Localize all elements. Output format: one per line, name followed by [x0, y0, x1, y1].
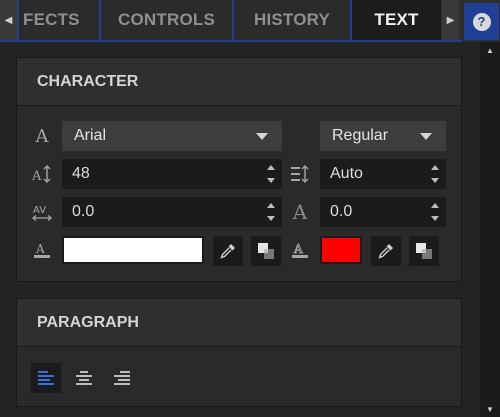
- eyedropper-icon: [220, 244, 235, 259]
- font-size-input[interactable]: 48: [62, 159, 282, 189]
- tab-text-label: TEXT: [374, 10, 419, 29]
- character-title: CHARACTER: [37, 72, 139, 90]
- font-size-icon: A: [31, 163, 53, 185]
- swap-colors-icon: [258, 243, 274, 259]
- tab-bar-underline: [0, 40, 462, 42]
- baseline-shift-value: 0.0: [330, 203, 353, 220]
- font-size-stepper[interactable]: [266, 163, 276, 185]
- leading-input[interactable]: Auto: [320, 159, 446, 189]
- stroke-color-swatch[interactable]: [320, 236, 362, 264]
- help-icon: ?: [472, 12, 491, 31]
- svg-text:AV: AV: [33, 205, 46, 216]
- tab-effects[interactable]: FECTS: [17, 0, 99, 40]
- character-section-header[interactable]: CHARACTER: [17, 58, 461, 106]
- vertical-scrollbar[interactable]: [480, 42, 500, 417]
- stroke-eyedropper-button[interactable]: [371, 236, 401, 266]
- font-size-value: 48: [72, 165, 90, 182]
- svg-text:A: A: [293, 242, 303, 256]
- character-section: CHARACTER A Arial Regular A 48 Auto AV 0…: [16, 57, 462, 282]
- tracking-stepper[interactable]: [266, 201, 276, 223]
- tracking-icon: AV: [31, 201, 53, 223]
- chevron-down-icon: [420, 133, 432, 140]
- tab-controls[interactable]: CONTROLS: [99, 0, 232, 40]
- align-center-button[interactable]: [69, 363, 99, 393]
- stroke-color-icon: A: [289, 239, 311, 261]
- baseline-shift-stepper[interactable]: [430, 201, 440, 223]
- eyedropper-icon: [378, 244, 393, 259]
- font-family-value: Arial: [74, 127, 107, 144]
- leading-icon: [289, 163, 311, 185]
- help-button[interactable]: ?: [464, 3, 499, 40]
- paragraph-title: PARAGRAPH: [37, 313, 139, 331]
- font-style-dropdown[interactable]: Regular: [320, 121, 446, 151]
- tab-text[interactable]: TEXT: [350, 0, 441, 40]
- tracking-value: 0.0: [72, 203, 95, 220]
- fill-eyedropper-button[interactable]: [213, 236, 243, 266]
- tab-history[interactable]: HISTORY: [232, 0, 350, 40]
- panel-tab-bar: ◀ FECTS CONTROLS HISTORY TEXT ▶ ?: [0, 0, 500, 42]
- svg-text:A: A: [31, 169, 42, 184]
- baseline-shift-icon: A: [292, 200, 308, 224]
- font-family-dropdown[interactable]: Arial: [62, 121, 282, 151]
- scroll-up-icon[interactable]: ▲: [480, 43, 500, 57]
- align-left-button[interactable]: [31, 363, 61, 393]
- stroke-swap-button[interactable]: [409, 236, 439, 266]
- tracking-input[interactable]: 0.0: [62, 197, 282, 227]
- svg-text:A: A: [35, 242, 45, 256]
- tab-history-label: HISTORY: [253, 10, 331, 29]
- tab-controls-label: CONTROLS: [118, 10, 215, 29]
- leading-value: Auto: [330, 165, 363, 182]
- align-left-icon: [38, 371, 54, 385]
- paragraph-section-header[interactable]: PARAGRAPH: [17, 299, 461, 347]
- fill-swap-button[interactable]: [251, 236, 281, 266]
- baseline-shift-input[interactable]: 0.0: [320, 197, 446, 227]
- chevron-down-icon: [256, 133, 268, 140]
- font-style-value: Regular: [332, 127, 389, 144]
- tab-scroll-right-icon[interactable]: ▶: [442, 0, 459, 40]
- tab-effects-label: FECTS: [23, 10, 80, 29]
- swap-colors-icon: [416, 243, 432, 259]
- align-right-icon: [114, 371, 130, 385]
- scroll-down-icon[interactable]: ▼: [480, 402, 500, 416]
- fill-color-icon: A: [31, 239, 53, 261]
- fill-color-swatch[interactable]: [62, 236, 204, 264]
- tab-scroll-left-icon[interactable]: ◀: [0, 0, 17, 40]
- font-family-icon: A: [35, 125, 49, 147]
- leading-stepper[interactable]: [430, 163, 440, 185]
- paragraph-section: PARAGRAPH: [16, 298, 462, 407]
- align-center-icon: [76, 371, 92, 385]
- align-right-button[interactable]: [107, 363, 137, 393]
